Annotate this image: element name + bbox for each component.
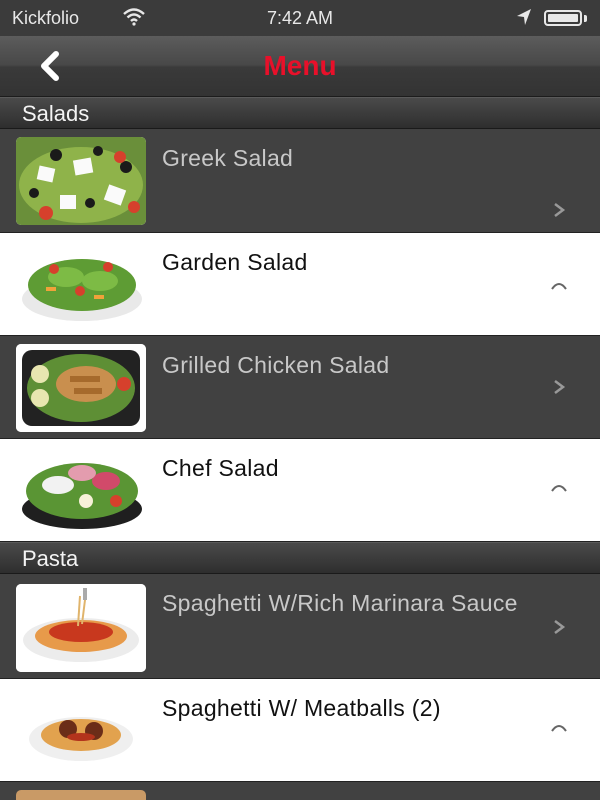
list-item-greek-salad[interactable]: Greek Salad bbox=[0, 129, 600, 233]
list-item-chef-salad[interactable]: Chef Salad bbox=[0, 439, 600, 542]
list-item-garden-salad[interactable]: Garden Salad bbox=[0, 233, 600, 336]
battery-tip bbox=[584, 15, 587, 22]
greek-salad-photo bbox=[16, 137, 146, 225]
list-item-grilled-chicken-salad[interactable]: Grilled Chicken Salad bbox=[0, 336, 600, 439]
chevron-right-icon bbox=[554, 380, 566, 394]
chevron-right-icon bbox=[551, 485, 567, 492]
list-item-spaghetti-marinara[interactable]: Spaghetti W/Rich Marinara Sauce bbox=[0, 574, 600, 679]
spaghetti-marinara-photo bbox=[16, 584, 146, 672]
navigation-bar: Menu bbox=[0, 36, 600, 97]
item-name: Spaghetti W/Rich Marinara Sauce bbox=[162, 590, 518, 616]
status-time: 7:42 AM bbox=[266, 8, 334, 28]
item-name: Greek Salad bbox=[162, 145, 294, 171]
section-header-pasta: Pasta bbox=[0, 542, 600, 574]
item-name: Chef Salad bbox=[162, 455, 279, 481]
chevron-right-icon bbox=[554, 203, 566, 217]
item-name: Spaghetti W/ Meatballs (2) bbox=[162, 695, 441, 721]
section-header-salads: Salads bbox=[0, 97, 600, 129]
chevron-right-icon bbox=[551, 725, 567, 732]
list-item-partial[interactable] bbox=[0, 782, 600, 800]
garden-salad-photo bbox=[16, 241, 146, 329]
spaghetti-meatballs-photo bbox=[16, 687, 146, 775]
chevron-right-icon bbox=[551, 283, 567, 290]
location-arrow-icon bbox=[517, 9, 531, 25]
app-screen: Kickfolio 7:42 AM Menu Salads Greek Sala… bbox=[0, 0, 600, 800]
battery-level bbox=[548, 14, 578, 22]
list-item-spaghetti-meatballs[interactable]: Spaghetti W/ Meatballs (2) bbox=[0, 679, 600, 782]
status-bar: Kickfolio 7:42 AM bbox=[0, 0, 600, 36]
page-title: Menu bbox=[263, 50, 337, 81]
item-name: Garden Salad bbox=[162, 249, 308, 275]
chef-salad-photo bbox=[16, 447, 146, 535]
item-name: Grilled Chicken Salad bbox=[162, 352, 390, 378]
next-item-photo bbox=[16, 790, 146, 800]
grilled-chicken-salad-photo bbox=[16, 344, 146, 432]
battery-icon bbox=[544, 10, 582, 26]
chevron-right-icon bbox=[554, 620, 566, 634]
